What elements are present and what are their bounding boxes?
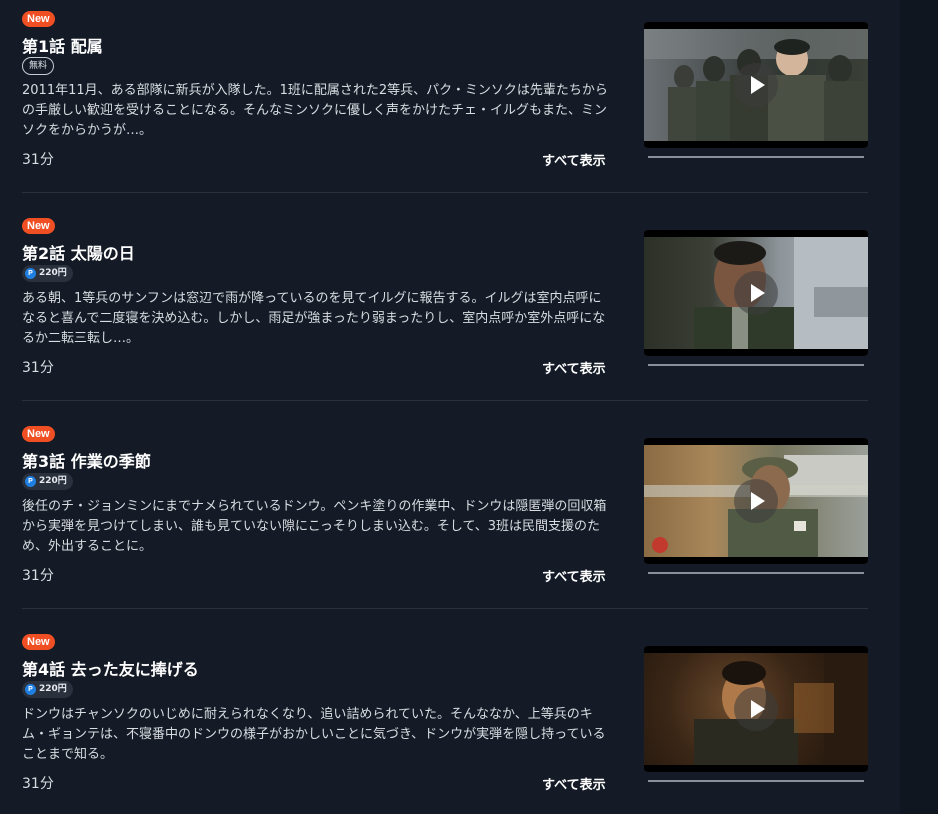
progress-bar bbox=[648, 572, 864, 574]
price-badge: P 220円 bbox=[22, 265, 73, 282]
new-badge: New bbox=[22, 218, 55, 234]
progress-bar bbox=[648, 364, 864, 366]
play-icon[interactable] bbox=[734, 479, 778, 523]
new-badge: New bbox=[22, 11, 55, 27]
price-badge: P 220円 bbox=[22, 681, 73, 698]
episode-item: New 第2話 太陽の日 P 220円 ある朝、1等兵のサンフンは窓辺で雨が降っ… bbox=[22, 193, 868, 401]
point-icon: P bbox=[25, 268, 36, 279]
show-all-button[interactable]: すべて表示 bbox=[542, 774, 606, 793]
episode-description: ある朝、1等兵のサンフンは窓辺で雨が降っているのを見てイルグに報告する。イルグは… bbox=[22, 291, 606, 346]
scrollbar-area[interactable] bbox=[900, 0, 938, 814]
play-icon[interactable] bbox=[734, 63, 778, 107]
episode-list-page: New 第1話 配属 無料 2011年11月、ある部隊に新兵が入隊した。1班に配… bbox=[0, 0, 938, 814]
episode-thumbnail[interactable] bbox=[644, 438, 868, 564]
episode-title[interactable]: 第2話 太陽の日 bbox=[22, 240, 135, 264]
show-all-button[interactable]: すべて表示 bbox=[542, 358, 606, 377]
new-badge: New bbox=[22, 426, 55, 442]
episode-duration: 31分 bbox=[22, 360, 54, 376]
play-icon[interactable] bbox=[734, 687, 778, 731]
price-badge: P 220円 bbox=[22, 473, 73, 490]
episode-duration: 31分 bbox=[22, 568, 54, 584]
new-badge: New bbox=[22, 634, 55, 650]
show-all-button[interactable]: すべて表示 bbox=[542, 150, 606, 169]
free-badge: 無料 bbox=[22, 57, 55, 75]
episode-description: ドンウはチャンソクのいじめに耐えられなくなり、追い詰められていた。そんななか、上… bbox=[22, 707, 606, 762]
episode-item: New 第3話 作業の季節 P 220円 後任のチ・ジョンミンにまでナメられてい… bbox=[22, 401, 868, 609]
episode-title[interactable]: 第1話 配属 bbox=[22, 33, 103, 57]
progress-bar bbox=[648, 156, 864, 158]
episode-thumbnail[interactable] bbox=[644, 22, 868, 148]
episode-thumbnail[interactable] bbox=[644, 646, 868, 772]
episode-item: New 第1話 配属 無料 2011年11月、ある部隊に新兵が入隊した。1班に配… bbox=[22, 0, 868, 193]
episode-list: New 第1話 配属 無料 2011年11月、ある部隊に新兵が入隊した。1班に配… bbox=[22, 0, 868, 814]
price-label: 220円 bbox=[39, 476, 67, 486]
episode-title[interactable]: 第3話 作業の季節 bbox=[22, 448, 151, 472]
play-icon[interactable] bbox=[734, 271, 778, 315]
price-label: 220円 bbox=[39, 684, 67, 694]
progress-bar bbox=[648, 780, 864, 782]
episode-duration: 31分 bbox=[22, 152, 54, 168]
point-icon: P bbox=[25, 684, 36, 695]
episode-description: 2011年11月、ある部隊に新兵が入隊した。1班に配属された2等兵、パク・ミンソ… bbox=[22, 83, 608, 138]
episode-description: 後任のチ・ジョンミンにまでナメられているドンウ。ペンキ塗りの作業中、ドンウは隠匿… bbox=[22, 499, 607, 554]
point-icon: P bbox=[25, 476, 36, 487]
episode-thumbnail[interactable] bbox=[644, 230, 868, 356]
show-all-button[interactable]: すべて表示 bbox=[542, 566, 606, 585]
episode-duration: 31分 bbox=[22, 776, 54, 792]
episode-title[interactable]: 第4話 去った友に捧げる bbox=[22, 656, 199, 680]
price-label: 220円 bbox=[39, 268, 67, 278]
episode-item: New 第4話 去った友に捧げる P 220円 ドンウはチャンソクのいじめに耐え… bbox=[22, 609, 868, 814]
